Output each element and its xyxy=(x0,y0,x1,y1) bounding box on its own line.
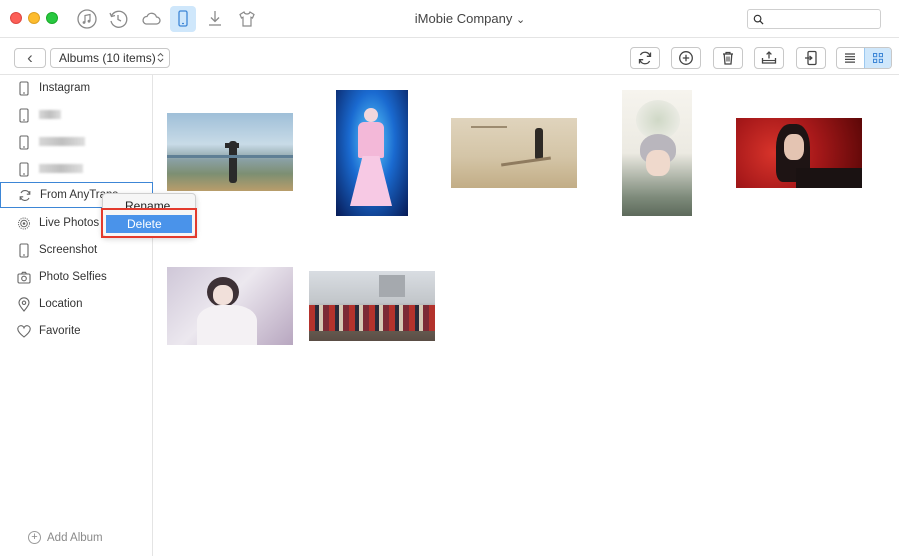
phone-icon xyxy=(19,243,29,258)
live-photo-icon xyxy=(18,217,30,230)
sidebar-item-location[interactable]: Location xyxy=(0,292,153,317)
add-button[interactable] xyxy=(671,47,701,69)
sidebar-item-label: Screenshot xyxy=(39,244,98,256)
phone-icon xyxy=(19,81,29,96)
send-to-device-icon xyxy=(805,50,817,66)
chevron-down-icon: ⌄ xyxy=(515,14,526,26)
sidebar-item-favorite[interactable]: Favorite xyxy=(0,319,153,344)
sidebar: Instagram From AnyTrans Live Photos Scre… xyxy=(0,75,153,556)
send-to-device-button[interactable] xyxy=(796,47,826,69)
updown-chevron-icon xyxy=(157,52,164,66)
photo-thumbnail[interactable] xyxy=(309,271,435,341)
search-input[interactable] xyxy=(747,9,881,29)
photo-thumbnail[interactable] xyxy=(167,113,293,191)
album-select[interactable]: Albums (10 items) xyxy=(50,48,170,68)
location-pin-icon xyxy=(18,297,30,312)
sidebar-item-label-redacted xyxy=(39,109,61,121)
music-icon[interactable] xyxy=(75,7,99,31)
camera-icon xyxy=(17,271,31,284)
sidebar-item-label: Live Photos xyxy=(39,217,100,229)
chevron-left-icon: ‹ xyxy=(27,47,33,67)
photo-thumbnail[interactable] xyxy=(167,267,293,345)
sidebar-item-label: Instagram xyxy=(39,82,91,94)
refresh-icon xyxy=(638,51,652,65)
add-album-button[interactable]: + Add Album xyxy=(28,531,103,544)
refresh-button[interactable] xyxy=(630,47,660,69)
trash-icon xyxy=(723,51,733,65)
close-window-button[interactable] xyxy=(10,12,22,24)
grid-icon xyxy=(872,53,883,64)
list-view-button[interactable] xyxy=(837,48,864,68)
sidebar-item-instagram[interactable]: Instagram xyxy=(0,76,153,101)
sidebar-item-label: Favorite xyxy=(39,325,81,337)
phone-icon xyxy=(19,135,29,150)
sync-icon xyxy=(19,190,31,201)
list-icon xyxy=(845,53,856,63)
sidebar-item-label: Location xyxy=(39,298,83,310)
photo-thumbnail[interactable] xyxy=(736,118,862,188)
cloud-icon[interactable] xyxy=(139,7,163,31)
plus-circle-icon: + xyxy=(28,531,41,544)
sidebar-item-label-redacted xyxy=(39,163,83,175)
sidebar-item-album-2[interactable] xyxy=(0,103,153,128)
grid-view-button[interactable] xyxy=(863,48,891,68)
download-icon[interactable] xyxy=(203,7,227,31)
add-album-label: Add Album xyxy=(47,531,103,544)
photo-thumbnail[interactable] xyxy=(622,90,692,216)
sidebar-item-label-redacted xyxy=(39,136,85,148)
history-icon[interactable] xyxy=(106,7,130,31)
device-title: iMobie Company xyxy=(414,11,513,26)
sidebar-item-label: Photo Selfies xyxy=(39,271,107,283)
sidebar-item-album-3[interactable] xyxy=(0,130,153,155)
phone-icon[interactable] xyxy=(170,6,196,32)
phone-icon xyxy=(19,108,29,123)
highlight-annotation xyxy=(101,208,197,238)
phone-icon xyxy=(19,162,29,177)
title-bar: iMobie Company ⌄ xyxy=(0,0,899,38)
send-to-pc-button[interactable] xyxy=(754,47,784,69)
tshirt-icon[interactable] xyxy=(235,7,259,31)
view-toggle xyxy=(836,47,892,69)
zoom-window-button[interactable] xyxy=(46,12,58,24)
heart-icon xyxy=(17,325,31,338)
add-icon xyxy=(679,51,693,65)
photo-thumbnail[interactable] xyxy=(451,118,577,188)
sidebar-item-photo-selfies[interactable]: Photo Selfies xyxy=(0,265,153,290)
minimize-window-button[interactable] xyxy=(28,12,40,24)
back-button[interactable]: ‹ xyxy=(14,48,46,68)
toolbar: ‹ Albums (10 items) xyxy=(0,39,899,75)
sidebar-item-screenshot[interactable]: Screenshot xyxy=(0,238,153,263)
device-title-dropdown[interactable]: iMobie Company ⌄ xyxy=(380,11,560,26)
sidebar-item-album-4[interactable] xyxy=(0,157,153,182)
photo-thumbnail[interactable] xyxy=(336,90,408,216)
delete-button[interactable] xyxy=(713,47,743,69)
album-select-label: Albums (10 items) xyxy=(59,51,156,65)
search-icon xyxy=(753,14,764,25)
export-to-computer-icon xyxy=(761,51,777,64)
